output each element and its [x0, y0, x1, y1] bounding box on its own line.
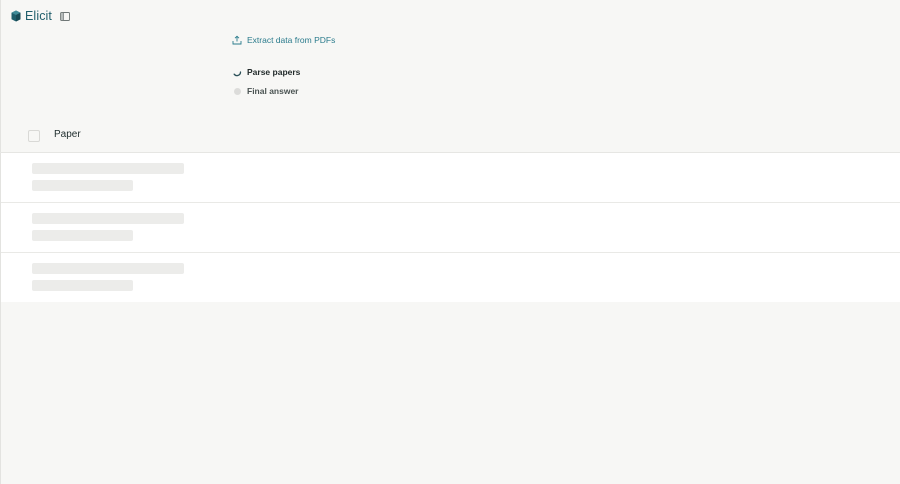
- pending-dot-icon: [232, 86, 242, 96]
- column-header-paper[interactable]: Paper: [54, 129, 81, 140]
- app-name: Elicit: [25, 9, 52, 23]
- skeleton-title: [32, 163, 184, 174]
- step-final-answer: Final answer: [232, 84, 335, 98]
- results-table-body: [1, 153, 900, 302]
- skeleton-title: [32, 263, 184, 274]
- skeleton-subtitle: [32, 180, 133, 191]
- skeleton-title: [32, 213, 184, 224]
- spinner-icon: [232, 67, 242, 77]
- results-table-header: Paper: [0, 118, 900, 153]
- skeleton-subtitle: [32, 280, 133, 291]
- brand[interactable]: Elicit: [11, 9, 52, 23]
- select-all-checkbox[interactable]: [28, 130, 40, 142]
- step-parse-papers: Parse papers: [232, 65, 335, 79]
- table-row-skeleton: [1, 253, 900, 302]
- elicit-logo-icon: [11, 10, 21, 22]
- upload-icon: [232, 35, 242, 45]
- table-row-skeleton: [1, 153, 900, 203]
- step-extract-label: Extract data from PDFs: [247, 35, 336, 45]
- sidebar-toggle-icon[interactable]: [60, 12, 70, 21]
- table-row-skeleton: [1, 203, 900, 253]
- skeleton-subtitle: [32, 230, 133, 241]
- step-parse-label: Parse papers: [247, 67, 301, 77]
- steps-panel: Extract data from PDFs Parse papers Fina…: [232, 33, 335, 98]
- step-extract-data[interactable]: Extract data from PDFs: [232, 33, 335, 47]
- step-final-label: Final answer: [247, 86, 299, 96]
